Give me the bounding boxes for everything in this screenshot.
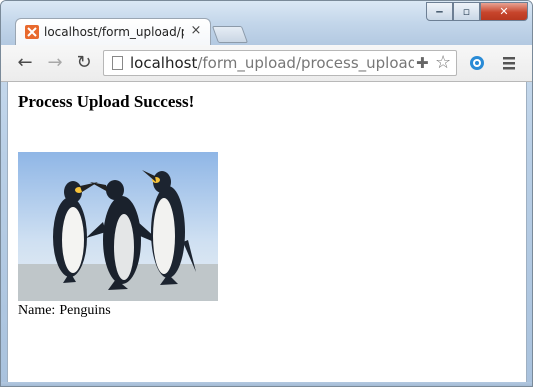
maximize-button[interactable]: ▫: [453, 2, 480, 21]
minimize-button[interactable]: ‒: [426, 2, 453, 21]
uploaded-image: [18, 152, 218, 301]
tab-close-icon[interactable]: ×: [189, 24, 203, 38]
tab-title: localhost/form_upload/pr: [44, 25, 184, 39]
address-bar[interactable]: localhost/form_upload/process_upload.php…: [103, 50, 457, 76]
new-tab-button[interactable]: [211, 26, 249, 43]
bookmark-star-icon[interactable]: ☆: [435, 52, 451, 73]
image-name-caption: Name: Penguins: [18, 303, 111, 319]
close-icon: ✕: [499, 5, 509, 18]
menu-icon[interactable]: [500, 54, 518, 72]
page-heading: Process Upload Success!: [18, 92, 195, 111]
title-bar: localhost/form_upload/pr × ‒ ▫ ✕: [1, 1, 532, 45]
close-window-button[interactable]: ✕: [480, 2, 528, 21]
url-host: localhost: [130, 54, 198, 72]
browser-tab[interactable]: localhost/form_upload/pr ×: [15, 18, 211, 45]
browser-toolbar: ← → ↻ localhost/form_upload/process_uplo…: [1, 45, 532, 82]
url-path: /form_upload/process_upload.php: [197, 54, 414, 72]
forward-button[interactable]: →: [45, 53, 65, 73]
name-value: Penguins: [59, 303, 111, 318]
minimize-icon: ‒: [435, 5, 444, 18]
maximize-icon: ▫: [462, 5, 471, 18]
name-label: Name:: [18, 303, 56, 318]
back-button[interactable]: ←: [15, 53, 35, 73]
browser-window: localhost/form_upload/pr × ‒ ▫ ✕ ← → ↻ l…: [0, 0, 533, 387]
page-icon: [112, 56, 123, 70]
window-controls: ‒ ▫ ✕: [426, 2, 530, 21]
page-content: Process Upload Success! Name: Penguins: [7, 82, 527, 382]
window-bottom-frame: [1, 382, 532, 386]
reload-button[interactable]: ↻: [74, 53, 94, 73]
xampp-favicon-icon: [25, 25, 39, 39]
extension-icon[interactable]: [468, 54, 486, 72]
puzzle-extension-icon[interactable]: ✚: [416, 54, 429, 72]
url-text: localhost/form_upload/process_upload.php: [130, 54, 414, 72]
